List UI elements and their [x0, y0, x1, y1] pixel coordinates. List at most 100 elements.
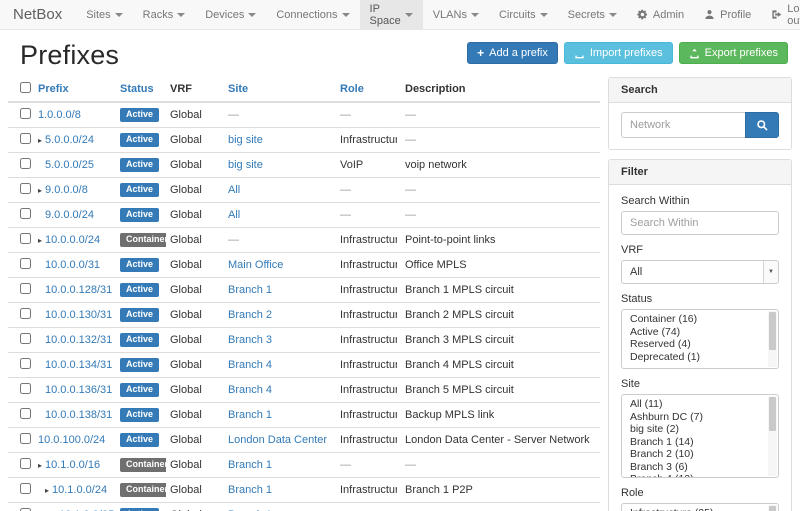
prefix-link[interactable]: 10.0.0.128/31: [45, 284, 112, 296]
select-all-checkbox[interactable]: [20, 82, 31, 93]
prefix-link[interactable]: 5.0.0.0/24: [45, 134, 94, 146]
prefix-link[interactable]: 9.0.0.0/8: [45, 184, 88, 196]
role-listbox[interactable]: Infrastructure (25)Management (8)Private…: [621, 503, 779, 511]
row-checkbox[interactable]: [20, 458, 31, 469]
site-option[interactable]: Branch 2 (10): [622, 448, 778, 461]
site-link[interactable]: big site: [228, 159, 263, 171]
row-checkbox[interactable]: [20, 133, 31, 144]
site-link[interactable]: Branch 4: [228, 359, 272, 371]
row-checkbox[interactable]: [20, 408, 31, 419]
search-button[interactable]: [745, 112, 779, 138]
nav-item-circuits[interactable]: Circuits: [489, 0, 558, 29]
status-listbox[interactable]: Container (16)Active (74)Reserved (4)Dep…: [621, 309, 779, 369]
vrf-select[interactable]: All ▼: [621, 260, 779, 284]
site-link[interactable]: Branch 1: [228, 409, 272, 421]
site-link[interactable]: All: [228, 209, 240, 221]
status-option[interactable]: Deprecated (1): [622, 351, 778, 364]
row-checkbox[interactable]: [20, 183, 31, 194]
row-checkbox[interactable]: [20, 208, 31, 219]
role-cell: Infrastructure: [332, 228, 397, 253]
row-checkbox[interactable]: [20, 258, 31, 269]
column-header-site[interactable]: Site: [224, 77, 332, 102]
site-link[interactable]: Branch 1: [228, 284, 272, 296]
action-buttons: + Add a prefix Import prefixes Export pr…: [467, 42, 788, 64]
prefix-link[interactable]: 5.0.0.0/25: [45, 159, 94, 171]
status-option[interactable]: Active (74): [622, 326, 778, 339]
site-link[interactable]: Main Office: [228, 259, 283, 271]
prefix-link[interactable]: 10.0.0.130/31: [45, 309, 112, 321]
prefix-link[interactable]: 10.1.0.0/16: [45, 459, 100, 471]
site-option[interactable]: big site (2): [622, 423, 778, 436]
brand-logo[interactable]: NetBox: [0, 0, 76, 29]
row-checkbox[interactable]: [20, 158, 31, 169]
site-link[interactable]: Branch 1: [228, 484, 272, 496]
prefix-link[interactable]: 10.0.0.0/24: [45, 234, 100, 246]
status-option[interactable]: Reserved (4): [622, 338, 778, 351]
status-option[interactable]: Container (16): [622, 313, 778, 326]
site-link[interactable]: Branch 4: [228, 384, 272, 396]
prefix-link[interactable]: 10.0.0.136/31: [45, 384, 112, 396]
site-option[interactable]: Branch 3 (6): [622, 461, 778, 474]
nav-item-sites[interactable]: Sites: [76, 0, 132, 29]
vrf-cell: Global: [166, 253, 224, 278]
row-checkbox[interactable]: [20, 483, 31, 494]
row-checkbox[interactable]: [20, 433, 31, 444]
site-link[interactable]: Branch 2: [228, 309, 272, 321]
nav-item-admin[interactable]: Admin: [627, 0, 694, 29]
nav-item-secrets[interactable]: Secrets: [558, 0, 627, 29]
row-checkbox[interactable]: [20, 383, 31, 394]
search-input[interactable]: [621, 112, 745, 138]
nav-item-racks[interactable]: Racks: [133, 0, 196, 29]
row-checkbox[interactable]: [20, 283, 31, 294]
column-header-role[interactable]: Role: [332, 77, 397, 102]
prefix-link[interactable]: 10.0.100.0/24: [38, 434, 105, 446]
expand-icon[interactable]: ▸: [38, 236, 42, 245]
site-option[interactable]: Branch 4 (12): [622, 473, 778, 478]
prefix-link[interactable]: 1.0.0.0/8: [38, 109, 81, 121]
column-header-prefix[interactable]: Prefix: [34, 77, 116, 102]
prefix-link[interactable]: 10.0.0.132/31: [45, 334, 112, 346]
scrollbar[interactable]: [768, 311, 777, 367]
row-checkbox[interactable]: [20, 358, 31, 369]
site-link[interactable]: big site: [228, 134, 263, 146]
prefix-link[interactable]: 10.0.0.138/31: [45, 409, 112, 421]
expand-icon[interactable]: ▸: [38, 461, 42, 470]
expand-icon[interactable]: ▸: [38, 136, 42, 145]
scrollbar[interactable]: [768, 396, 777, 476]
site-link[interactable]: Branch 1: [228, 459, 272, 471]
nav-item-connections[interactable]: Connections: [266, 0, 359, 29]
nav-item-log-out[interactable]: Log out: [761, 0, 800, 29]
prefix-link[interactable]: 9.0.0.0/24: [45, 209, 94, 221]
search-within-input[interactable]: [621, 211, 779, 235]
column-header-status[interactable]: Status: [116, 77, 166, 102]
role-option[interactable]: Infrastructure (25): [622, 507, 778, 511]
expand-icon[interactable]: ▸: [45, 486, 49, 495]
import-prefixes-button[interactable]: Import prefixes: [564, 42, 673, 64]
site-option[interactable]: Branch 1 (14): [622, 436, 778, 449]
site-listbox[interactable]: All (11)Ashburn DC (7)big site (2)Branch…: [621, 394, 779, 478]
nav-item-profile[interactable]: Profile: [694, 0, 761, 29]
caret-icon: [115, 13, 123, 17]
nav-item-ip-space[interactable]: IP Space: [360, 0, 423, 29]
expand-icon[interactable]: ▸: [38, 186, 42, 195]
role-cell: VoIP: [332, 153, 397, 178]
export-prefixes-button[interactable]: Export prefixes: [679, 42, 788, 64]
row-checkbox[interactable]: [20, 308, 31, 319]
site-option[interactable]: All (11): [622, 398, 778, 411]
scrollbar[interactable]: [768, 505, 777, 511]
nav-item-vlans[interactable]: VLANs: [423, 0, 489, 29]
add-prefix-button[interactable]: + Add a prefix: [467, 42, 558, 64]
row-checkbox[interactable]: [20, 233, 31, 244]
export-icon: [689, 48, 700, 59]
site-link[interactable]: All: [228, 184, 240, 196]
row-checkbox[interactable]: [20, 333, 31, 344]
row-checkbox[interactable]: [20, 108, 31, 119]
nav-item-devices[interactable]: Devices: [195, 0, 266, 29]
prefix-link[interactable]: 10.0.0.134/31: [45, 359, 112, 371]
table-row: 10.0.0.138/31ActiveGlobalBranch 1Infrast…: [8, 403, 600, 428]
prefix-link[interactable]: 10.0.0.0/31: [45, 259, 100, 271]
site-link[interactable]: Branch 3: [228, 334, 272, 346]
prefix-link[interactable]: 10.1.0.0/24: [52, 484, 107, 496]
site-link[interactable]: London Data Center: [228, 434, 327, 446]
site-option[interactable]: Ashburn DC (7): [622, 411, 778, 424]
